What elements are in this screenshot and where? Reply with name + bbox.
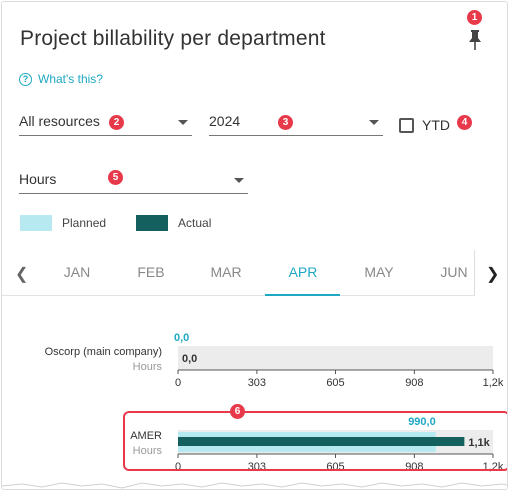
legend-planned: Planned <box>62 216 107 230</box>
chevron-right-icon[interactable]: ❯ <box>486 264 499 284</box>
chevron-down-icon <box>369 120 379 125</box>
scroll-right-button[interactable]: ❯ <box>474 250 507 296</box>
actual-value-label: 0,0 <box>182 353 197 365</box>
whats-this-link[interactable]: ? What's this? <box>19 72 103 86</box>
chevron-down-icon <box>178 120 188 125</box>
whats-this-label: What's this? <box>38 72 103 86</box>
tab-mar[interactable]: MAR <box>189 264 263 280</box>
help-icon: ? <box>19 72 32 86</box>
planned-value-label: 0,0 <box>174 332 189 344</box>
bar-track <box>178 346 493 370</box>
tick-label: 0 <box>175 377 181 389</box>
chevron-left-icon[interactable]: ❮ <box>15 264 28 284</box>
resources-value: All resources <box>19 113 100 129</box>
callout-badge-4: 4 <box>457 115 472 130</box>
planned-swatch <box>20 215 52 231</box>
unit-value: Hours <box>19 171 57 187</box>
billability-card: Project billability per department 1 ? W… <box>1 1 508 490</box>
month-tabs: ❮ JAN FEB MAR APR MAY JUN ❯ <box>2 250 507 296</box>
year-value: 2024 <box>209 113 241 129</box>
tab-feb[interactable]: FEB <box>114 264 188 280</box>
tick-label: 908 <box>405 377 423 389</box>
page-title: Project billability per department <box>20 27 326 50</box>
active-tab-indicator <box>265 294 340 296</box>
ytd-label: YTD <box>422 117 450 133</box>
legend-actual: Actual <box>178 216 212 230</box>
callout-badge-6: 6 <box>230 404 245 419</box>
pin-icon[interactable] <box>469 30 481 50</box>
tick-label: 1,2k <box>483 377 504 389</box>
checkbox-box[interactable] <box>399 117 414 133</box>
callout-badge-1: 1 <box>467 10 482 25</box>
chart-legend: Planned Actual <box>20 215 211 231</box>
resources-select[interactable]: All resources <box>19 110 192 136</box>
tab-jan[interactable]: JAN <box>40 264 114 280</box>
tab-apr[interactable]: APR <box>266 264 340 280</box>
tick-label: 303 <box>248 377 266 389</box>
tick-label: 605 <box>326 377 344 389</box>
torn-edge <box>2 482 507 489</box>
actual-swatch <box>136 215 169 231</box>
tab-may[interactable]: MAY <box>342 264 416 280</box>
callout-badge-3: 3 <box>278 115 293 130</box>
callout-badge-5: 5 <box>108 170 123 185</box>
unit-select[interactable]: Hours <box>19 168 248 194</box>
callout-badge-2: 2 <box>109 115 124 130</box>
chevron-down-icon <box>234 178 244 183</box>
callout-highlight-6 <box>123 411 507 471</box>
year-select[interactable]: 2024 <box>209 110 383 136</box>
ytd-checkbox[interactable]: YTD <box>399 117 450 133</box>
